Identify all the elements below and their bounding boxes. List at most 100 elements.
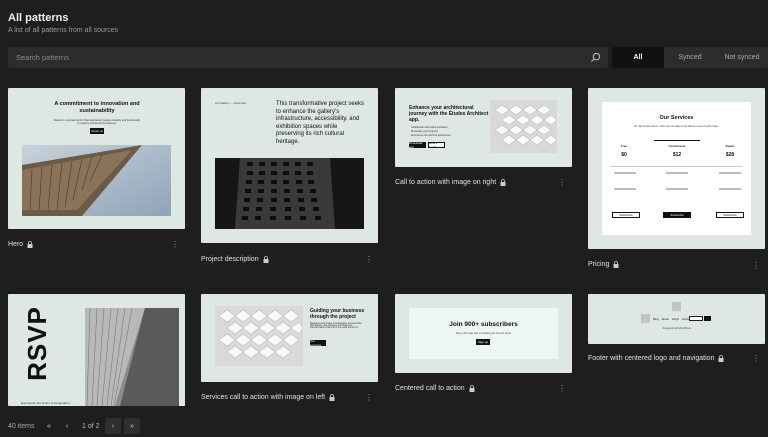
preview-button: Our services xyxy=(310,339,326,347)
search-bar xyxy=(8,47,608,68)
preview-body: Experience the fusion of imagination... xyxy=(21,401,72,405)
preview-heading: RSVP xyxy=(21,306,52,381)
tower-image xyxy=(215,158,364,229)
pattern-name: Footer with centered logo and navigation xyxy=(588,355,715,362)
pattern-card-pricing[interactable]: Our Services We offer flexible options, … xyxy=(588,88,765,272)
preview-button: Sign up xyxy=(476,339,490,345)
preview-button: Download app xyxy=(409,141,426,149)
lock-icon xyxy=(613,261,619,268)
plan-cta: Subscribe xyxy=(716,212,744,218)
pattern-preview[interactable]: Our Services We offer flexible options, … xyxy=(588,88,765,249)
plan-price: $12 xyxy=(672,152,682,158)
filter-not-synced[interactable]: Not synced xyxy=(716,47,768,68)
pattern-name: Hero xyxy=(8,241,24,248)
preview-subheading: We offer flexible options, which you can… xyxy=(633,126,720,128)
logo-placeholder xyxy=(672,302,681,311)
preview-heading: This transformative project seeks to enh… xyxy=(276,101,365,145)
pattern-card-centered-cta[interactable]: Join 900+ subscribers Stay in the loop w… xyxy=(395,294,572,394)
building-image xyxy=(22,145,171,216)
page-title: All patterns xyxy=(8,12,69,24)
preview-button: How it works xyxy=(428,141,445,149)
preview-heading: Our Services xyxy=(659,115,694,121)
feature-line xyxy=(614,172,636,174)
pattern-preview[interactable]: Blog About FAQs Authors Designed with Wo… xyxy=(588,294,765,344)
lock-icon xyxy=(469,385,475,392)
pattern-preview[interactable]: RSVP Experience the fusion of imaginatio… xyxy=(8,294,185,406)
feature-line xyxy=(666,188,688,190)
nav-item: FAQs xyxy=(671,317,679,321)
plan-price: $28 xyxy=(725,152,735,158)
pattern-name: Centered call to action xyxy=(395,385,465,392)
pattern-preview[interactable]: Enhance your architectural journey with … xyxy=(395,88,572,167)
lock-icon xyxy=(718,355,724,362)
preview-bullet: Collaborate with fellow architects. xyxy=(411,126,449,129)
lock-icon xyxy=(329,394,335,401)
pattern-name: Services call to action with image on le… xyxy=(201,394,326,401)
featured-line xyxy=(654,140,700,141)
feature-line xyxy=(719,172,741,174)
pattern-name: Call to action with image on right xyxy=(395,179,497,186)
nav-item: Blog xyxy=(653,317,659,321)
pattern-card-services-cta[interactable]: Guiding your business through the projec… xyxy=(201,294,378,406)
first-page-button[interactable]: « xyxy=(44,418,54,434)
pattern-card-rsvp[interactable]: RSVP Experience the fusion of imaginatio… xyxy=(8,294,185,406)
last-page-button[interactable]: » xyxy=(124,418,140,434)
more-options-icon[interactable]: ⋮ xyxy=(557,179,567,187)
plan-cta: Subscribe xyxy=(612,212,640,218)
preview-body: Études is a pioneering firm that seamles… xyxy=(54,119,140,125)
search-icon[interactable] xyxy=(590,52,601,63)
sync-filter: All Synced Not synced xyxy=(612,47,768,68)
item-count: 40 items xyxy=(8,423,35,430)
preview-button: About us xyxy=(90,128,104,134)
search-button xyxy=(704,316,711,321)
preview-heading: Join 900+ subscribers xyxy=(449,321,518,328)
preview-body: Experience the fusion of imagination and… xyxy=(310,323,362,329)
plan-cta: Subscribe xyxy=(663,212,691,218)
pattern-card-hero[interactable]: A commitment to innovation and sustainab… xyxy=(8,88,185,253)
divider xyxy=(610,166,743,167)
footer-credit: Designed with WordPress xyxy=(662,327,692,330)
site-logo xyxy=(641,314,650,323)
more-options-icon[interactable]: ⋮ xyxy=(170,241,180,249)
arch-image xyxy=(85,308,179,406)
filter-synced[interactable]: Synced xyxy=(664,47,716,68)
plan-name: Connoisseur xyxy=(668,144,686,148)
facade-image xyxy=(215,306,303,366)
feature-line xyxy=(719,188,741,190)
more-options-icon[interactable]: ⋮ xyxy=(364,256,374,264)
more-options-icon[interactable]: ⋮ xyxy=(557,385,567,393)
more-options-icon[interactable]: ⋮ xyxy=(751,262,761,270)
previous-page-button[interactable]: ‹ xyxy=(62,418,72,434)
nav-item: About xyxy=(661,317,669,321)
pattern-preview[interactable]: Join 900+ subscribers Stay in the loop w… xyxy=(395,294,572,373)
preview-heading: A commitment to innovation and sustainab… xyxy=(54,101,140,114)
preview-heading: Enhance your architectural journey with … xyxy=(409,105,489,123)
preview-heading: Guiding your business through the projec… xyxy=(310,308,365,320)
pattern-card-cta-image-right[interactable]: Enhance your architectural journey with … xyxy=(395,88,572,188)
pattern-preview[interactable]: Art Gallery — Overview This transformati… xyxy=(201,88,378,243)
pattern-preview[interactable]: A commitment to innovation and sustainab… xyxy=(8,88,185,229)
pattern-card-project-description[interactable]: Art Gallery — Overview This transformati… xyxy=(201,88,378,270)
plan-name: Free xyxy=(621,144,627,148)
preview-bullet: Showcase your projects. xyxy=(411,130,439,133)
pattern-card-footer[interactable]: Blog About FAQs Authors Designed with Wo… xyxy=(588,294,765,370)
preview-bullet: Experience the world of architecture. xyxy=(411,134,452,137)
feature-line xyxy=(614,188,636,190)
lock-icon xyxy=(263,256,269,263)
page-subtitle: A list of all patterns from all sources xyxy=(8,27,119,34)
page-indicator: 1 of 2 xyxy=(82,423,100,430)
search-field xyxy=(689,316,703,321)
feature-line xyxy=(666,172,688,174)
plan-price: $0 xyxy=(621,152,627,158)
more-options-icon[interactable]: ⋮ xyxy=(751,355,761,363)
pattern-preview[interactable]: Guiding your business through the projec… xyxy=(201,294,378,382)
next-page-button[interactable]: › xyxy=(105,418,121,434)
cta-panel: Join 900+ subscribers Stay in the loop w… xyxy=(409,308,558,359)
search-input[interactable] xyxy=(8,47,608,68)
plan-name: Expert xyxy=(725,144,735,148)
preview-body: Stay in the loop with everything you nee… xyxy=(455,332,512,335)
filter-all[interactable]: All xyxy=(612,47,664,68)
more-options-icon[interactable]: ⋮ xyxy=(364,394,374,402)
lock-icon xyxy=(500,179,506,186)
lock-icon xyxy=(27,241,33,248)
